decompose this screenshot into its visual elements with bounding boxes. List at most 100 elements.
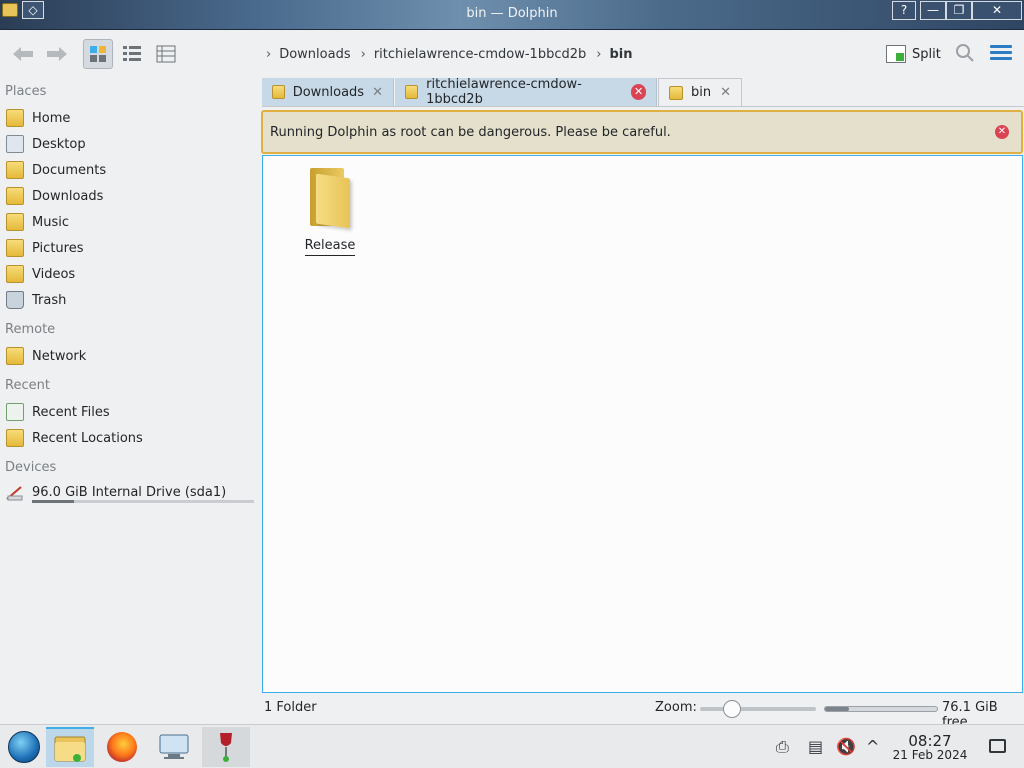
sidebar-item-label: Music — [32, 214, 69, 230]
close-button[interactable]: ✕ — [972, 1, 1022, 20]
breadcrumb-downloads[interactable]: Downloads — [279, 47, 356, 62]
chevron-up-icon[interactable]: ^ — [866, 737, 879, 756]
sidebar-item-label: Trash — [32, 292, 67, 308]
sidebar-item-home[interactable]: Home — [6, 106, 70, 130]
close-tab-icon[interactable]: ✕ — [720, 85, 731, 100]
sidebar-item-label: Recent Files — [32, 404, 110, 420]
free-space-bar — [824, 706, 938, 712]
split-label: Split — [912, 46, 941, 62]
recent-locations-icon — [6, 429, 24, 447]
network-folder-icon — [6, 347, 24, 365]
sidebar-item-label: Home — [32, 110, 71, 126]
drive-usage-fill — [32, 500, 74, 503]
minimize-button[interactable]: — — [920, 1, 946, 20]
show-desktop-icon[interactable] — [989, 739, 1006, 753]
chevron-right-icon: › — [360, 46, 366, 62]
volume-muted-icon[interactable]: 🔇 — [836, 737, 856, 756]
sidebar-item-documents[interactable]: Documents — [6, 158, 106, 182]
downloads-folder-icon — [6, 187, 24, 205]
tab-label: bin — [691, 85, 712, 100]
sidebar-item-label: Network — [32, 348, 87, 364]
breadcrumb-bin[interactable]: bin — [609, 47, 638, 62]
details-view-icon — [156, 45, 176, 63]
file-manager-icon — [54, 736, 86, 762]
zoom-slider[interactable] — [700, 700, 816, 718]
tab-divider — [262, 106, 1024, 107]
help-button[interactable]: ? — [892, 1, 916, 20]
sidebar-item-label: Downloads — [32, 188, 104, 204]
task-dolphin[interactable] — [46, 727, 94, 767]
taskbar: ⎙ ▤ 🔇 ^ 08:27 21 Feb 2024 — [0, 724, 1024, 768]
task-system-settings[interactable] — [150, 727, 198, 767]
arrow-right-icon — [47, 47, 67, 61]
desktop-icon — [6, 135, 24, 153]
sidebar-item-recent-files[interactable]: Recent Files — [6, 400, 110, 424]
sidebar-item-desktop[interactable]: Desktop — [6, 132, 86, 156]
arrow-left-icon — [13, 47, 33, 61]
free-space-fill — [825, 707, 849, 711]
zoom-slider-handle[interactable] — [723, 700, 741, 718]
sidebar-item-label: Videos — [32, 266, 76, 282]
item-count: 1 Folder — [264, 700, 317, 715]
window-title: bin — Dolphin — [466, 6, 558, 21]
split-view-icon — [886, 45, 906, 63]
folder-icon — [272, 85, 285, 99]
grid-view-icon — [90, 46, 106, 62]
file-view[interactable]: Release — [262, 155, 1023, 693]
menu-icon-line — [990, 57, 1012, 60]
root-warning-banner: Running Dolphin as root can be dangerous… — [261, 110, 1023, 154]
sidebar-item-network[interactable]: Network — [6, 344, 86, 368]
videos-folder-icon — [6, 265, 24, 283]
task-wine[interactable] — [202, 727, 250, 767]
back-button[interactable] — [8, 39, 38, 69]
sidebar-item-music[interactable]: Music — [6, 210, 69, 234]
details-view-button[interactable] — [151, 39, 181, 69]
split-button[interactable]: Split — [886, 43, 941, 65]
sidebar-item-trash[interactable]: Trash — [6, 288, 66, 312]
icons-view-button[interactable] — [83, 39, 113, 69]
sidebar-item-label: 96.0 GiB Internal Drive (sda1) — [32, 484, 227, 500]
sidebar-item-videos[interactable]: Videos — [6, 262, 75, 286]
close-tab-icon[interactable]: ✕ — [631, 84, 646, 100]
tab-label: Downloads — [292, 84, 365, 100]
zoom-label: Zoom: — [655, 700, 697, 715]
tab-bin[interactable]: bin ✕ — [658, 78, 742, 106]
wine-glass-icon — [220, 733, 232, 762]
sidebar-item-recent-locations[interactable]: Recent Locations — [6, 426, 143, 450]
file-item[interactable]: Release — [299, 164, 361, 256]
home-folder-icon — [6, 109, 24, 127]
maximize-button[interactable]: ❐ — [946, 1, 972, 20]
menu-icon-line — [990, 51, 1012, 54]
task-firefox[interactable] — [98, 727, 146, 767]
start-menu-button[interactable] — [0, 727, 48, 767]
clock-date[interactable]: 21 Feb 2024 — [890, 748, 970, 762]
breadcrumb-cmdow[interactable]: ritchielawrence-cmdow-1bbcd2b — [374, 47, 592, 62]
tab-label: ritchielawrence-cmdow-1bbcd2b — [426, 77, 582, 107]
sidebar-item-downloads[interactable]: Downloads — [6, 184, 103, 208]
notes-tray-icon[interactable]: ▤ — [808, 737, 823, 756]
forward-button[interactable] — [42, 39, 72, 69]
sidebar-item-pictures[interactable]: Pictures — [6, 236, 83, 260]
documents-folder-icon — [6, 161, 24, 179]
folder-icon — [669, 85, 683, 100]
places-panel: Places Home Desktop Documents Downloads … — [0, 78, 260, 722]
chevron-right-icon: › — [596, 46, 602, 62]
warning-text: Running Dolphin as root can be dangerous… — [270, 124, 671, 140]
sidebar-item-label: Documents — [32, 162, 107, 178]
tab-downloads[interactable]: Downloads ✕ — [262, 78, 394, 106]
clipboard-tray-icon[interactable]: ⎙ — [776, 737, 789, 757]
trash-icon — [6, 291, 24, 309]
recent-files-icon — [6, 403, 24, 421]
tab-cmdow[interactable]: ritchielawrence-cmdow-1bbcd2b ✕ — [395, 77, 657, 107]
sidebar-item-label: Pictures — [32, 240, 84, 256]
close-warning-icon[interactable]: ✕ — [995, 125, 1009, 139]
tab-bar: Downloads ✕ ritchielawrence-cmdow-1bbcd2… — [262, 77, 1024, 107]
close-tab-icon[interactable]: ✕ — [372, 85, 383, 100]
hamburger-menu-button[interactable] — [990, 45, 1012, 63]
search-icon — [956, 44, 974, 62]
search-button[interactable] — [955, 43, 977, 65]
compact-view-button[interactable] — [117, 39, 147, 69]
status-bar: 1 Folder Zoom: 76.1 GiB free — [262, 698, 1024, 730]
chevron-right-icon: › — [266, 46, 272, 62]
menu-icon — [990, 45, 1012, 48]
